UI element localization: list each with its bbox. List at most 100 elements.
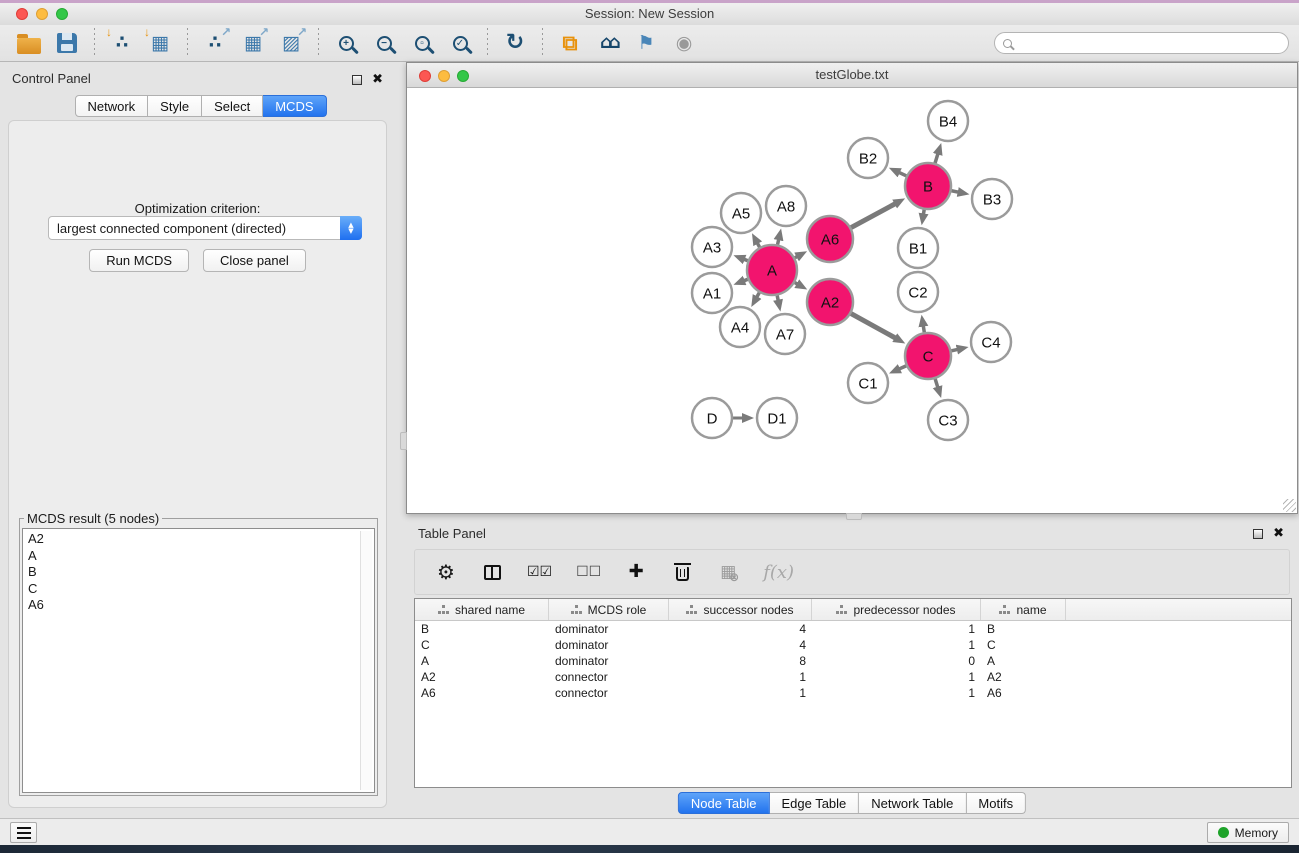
network-graph[interactable]: B4B2BB3A5A8A6B1A3AA1C2A2A4A7C4CC1C3DD1 [407,88,1297,513]
task-history-button[interactable] [10,822,37,843]
table-cell[interactable]: A [981,653,1066,669]
open-session-icon[interactable] [12,27,46,59]
table-cell[interactable]: 4 [669,621,812,637]
memory-button[interactable]: Memory [1207,822,1289,843]
edge-B-B2[interactable] [898,172,906,176]
mcds-result-item[interactable]: B [28,564,374,581]
node-A1[interactable]: A1 [692,273,732,313]
node-A3[interactable]: A3 [692,227,732,267]
table-tab-edge-table[interactable]: Edge Table [769,792,859,814]
edge-A-A4[interactable] [756,293,759,299]
edge-A-A7[interactable] [777,295,778,301]
deselect-all-checkboxes-icon[interactable]: ☐☐ [576,560,601,584]
search-field[interactable] [994,32,1289,54]
column-header-shared-name[interactable]: shared name [415,599,549,620]
node-B4[interactable]: B4 [928,101,968,141]
node-A8[interactable]: A8 [766,186,806,226]
node-B3[interactable]: B3 [972,179,1012,219]
column-header-successor-nodes[interactable]: successor nodes [669,599,812,620]
table-tab-network-table[interactable]: Network Table [859,792,966,814]
function-builder-icon[interactable]: f(x) [763,560,794,584]
table-tab-motifs[interactable]: Motifs [966,792,1026,814]
tab-network[interactable]: Network [74,95,148,117]
delete-table-icon[interactable]: ▦⊗ [717,560,739,584]
edge-A-A2[interactable] [795,283,799,285]
edge-A-A3[interactable] [743,259,748,261]
show-eye-icon[interactable]: ◉ [667,27,701,59]
node-C[interactable]: C [905,333,951,379]
table-cell[interactable]: 1 [812,685,981,701]
import-network-icon[interactable]: ∴↓ [105,27,139,59]
edge-B-B4[interactable] [935,153,938,164]
edge-C-C1[interactable] [898,366,906,370]
network-window-titlebar[interactable]: testGlobe.txt [407,63,1297,88]
close-table-panel-icon[interactable]: ✖ [1273,527,1284,540]
export-image-icon[interactable]: ▨↗ [274,27,308,59]
table-cell[interactable]: 1 [812,621,981,637]
node-C4[interactable]: C4 [971,322,1011,362]
edge-A6-B[interactable] [851,203,896,227]
node-C2[interactable]: C2 [898,272,938,312]
table-cell[interactable]: B [415,621,549,637]
table-cell[interactable]: connector [549,669,669,685]
edge-A-A5[interactable] [757,242,760,247]
node-C3[interactable]: C3 [928,400,968,440]
home-neighbors-icon[interactable]: ⌂⌂ [591,27,625,59]
table-cell[interactable]: C [981,637,1066,653]
table-row[interactable]: Bdominator41B [415,621,1291,637]
mcds-result-item[interactable]: A [28,548,374,565]
column-header-predecessor-nodes[interactable]: predecessor nodes [812,599,981,620]
run-mcds-button[interactable]: Run MCDS [89,249,189,272]
left-splitter-handle[interactable] [400,432,407,450]
table-cell[interactable]: 4 [669,637,812,653]
table-row[interactable]: Cdominator41C [415,637,1291,653]
close-panel-button[interactable]: Close panel [203,249,306,272]
node-C1[interactable]: C1 [848,363,888,403]
table-cell[interactable]: 1 [812,669,981,685]
table-cell[interactable]: 1 [812,637,981,653]
edge-B-B1[interactable] [923,210,924,216]
export-network-icon[interactable]: ∴↗ [198,27,232,59]
table-cell[interactable]: C [415,637,549,653]
split-view-icon[interactable] [481,560,503,584]
node-B1[interactable]: B1 [898,228,938,268]
table-cell[interactable]: A2 [981,669,1066,685]
add-column-icon[interactable]: ✚ [625,560,647,584]
hide-flags-icon[interactable]: ⚑ [629,27,663,59]
search-input[interactable] [1018,35,1288,51]
table-cell[interactable]: A6 [981,685,1066,701]
refresh-icon[interactable]: ↻ [498,27,532,59]
table-cell[interactable]: A [415,653,549,669]
edge-A2-C[interactable] [851,314,896,339]
duplicate-network-icon[interactable]: ⧉ [553,27,587,59]
import-table-icon[interactable]: ▦↓ [143,27,177,59]
table-cell[interactable]: B [981,621,1066,637]
node-table[interactable]: shared nameMCDS rolesuccessor nodesprede… [414,598,1292,788]
node-A7[interactable]: A7 [765,314,805,354]
table-cell[interactable]: dominator [549,653,669,669]
mcds-result-list[interactable]: A2ABCA6 [22,528,375,793]
zoom-fit-icon[interactable]: ▫ [405,27,439,59]
mcds-result-item[interactable]: C [28,581,374,598]
zoom-out-icon[interactable]: − [367,27,401,59]
tab-style[interactable]: Style [148,95,202,117]
table-row[interactable]: A6connector11A6 [415,685,1291,701]
edge-A-A8[interactable] [778,238,779,244]
edge-A-A1[interactable] [743,279,748,281]
app-titlebar[interactable]: Session: New Session [0,3,1299,25]
table-tab-node-table[interactable]: Node Table [678,792,770,814]
float-panel-icon[interactable] [352,75,362,85]
node-A6[interactable]: A6 [807,216,853,262]
edge-A-A6[interactable] [795,256,798,258]
table-cell[interactable]: 0 [812,653,981,669]
node-A5[interactable]: A5 [721,193,761,233]
delete-column-icon[interactable] [671,560,693,584]
table-cell[interactable]: dominator [549,637,669,653]
column-header-name[interactable]: name [981,599,1066,620]
save-session-icon[interactable] [50,27,84,59]
table-cell[interactable]: A6 [415,685,549,701]
table-cell[interactable]: A2 [415,669,549,685]
table-cell[interactable]: connector [549,685,669,701]
column-header-MCDS-role[interactable]: MCDS role [549,599,669,620]
close-panel-icon[interactable]: ✖ [372,73,383,86]
